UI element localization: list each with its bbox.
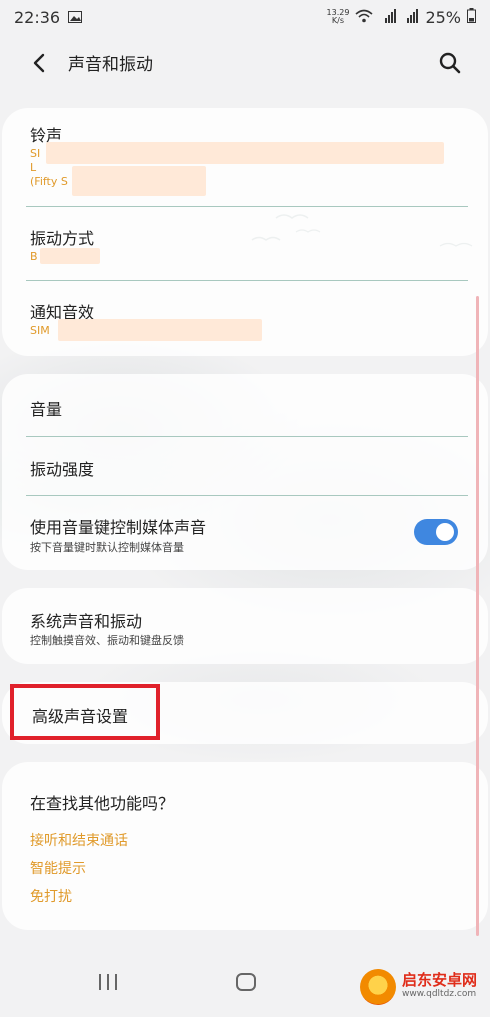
signal-4g-icon — [379, 8, 397, 27]
highlight-annotation — [10, 684, 160, 740]
card-volume-settings: 音量 振动强度 使用音量键控制媒体声音 按下音量键时默认控制媒体音量 — [2, 374, 488, 570]
watermark-url: www.qdltdz.com — [402, 989, 477, 999]
net-speed: 13.29 K/s — [326, 8, 350, 25]
watermark-title: 启东安卓网 — [402, 971, 478, 989]
media-volume-key-title: 使用音量键控制媒体声音 — [30, 518, 207, 537]
battery-icon — [467, 7, 476, 27]
redaction — [46, 142, 444, 164]
search-icon — [439, 52, 461, 74]
status-time: 22:36 — [14, 7, 61, 27]
media-volume-key-toggle[interactable] — [414, 519, 458, 545]
vibration-pattern-title: 振动方式 — [30, 229, 95, 248]
recents-icon — [99, 974, 117, 990]
search-button[interactable] — [434, 47, 466, 79]
media-volume-key-row[interactable]: 使用音量键控制媒体声音 按下音量键时默认控制媒体音量 — [2, 496, 488, 570]
suggestions-heading: 在查找其他功能吗？ — [30, 794, 175, 813]
vibration-pattern-row[interactable]: 振动方式 B — [2, 208, 488, 280]
home-button[interactable] — [226, 967, 266, 997]
link-do-not-disturb[interactable]: 免打扰 — [30, 886, 72, 906]
system-sound-sub: 控制触摸音效、振动和键盘反馈 — [30, 634, 184, 647]
signal-icon — [403, 8, 419, 27]
notification-sound-sub: SIM — [30, 324, 50, 337]
toggle-knob — [436, 523, 454, 541]
battery-percent: 25% — [425, 7, 461, 27]
card-system-sound: 系统声音和振动 控制触摸音效、振动和键盘反馈 — [2, 588, 488, 664]
redaction — [72, 166, 206, 196]
image-notification-icon — [68, 8, 83, 27]
volume-title: 音量 — [30, 400, 63, 419]
system-sound-title: 系统声音和振动 — [30, 612, 143, 631]
vibration-pattern-sub: B — [30, 250, 38, 263]
page-title: 声音和振动 — [68, 55, 153, 75]
vibration-intensity-row[interactable]: 振动强度 — [2, 437, 488, 495]
scrollbar[interactable] — [476, 296, 479, 936]
watermark: 启东安卓网 www.qdltdz.com — [360, 967, 484, 1007]
card-sound-settings: 铃声 SI L (Fifty S 振动方式 B 通知音效 SIM — [2, 108, 488, 356]
ringtone-sub-line2: L — [30, 161, 37, 174]
back-button[interactable] — [24, 48, 54, 78]
app-bar: 声音和振动 — [0, 38, 490, 88]
home-icon — [236, 973, 256, 991]
ringtone-sub-line1: SI — [30, 147, 41, 160]
recents-button[interactable] — [88, 967, 128, 997]
ringtone-row[interactable]: 铃声 SI L (Fifty S — [2, 108, 488, 208]
chevron-left-icon — [33, 53, 45, 73]
status-bar: 22:36 13.29 K/s 25% — [0, 0, 490, 34]
watermark-logo — [360, 969, 396, 1005]
link-smart-alerts[interactable]: 智能提示 — [30, 858, 86, 878]
wifi-icon — [355, 8, 373, 27]
volume-row[interactable]: 音量 — [2, 374, 488, 436]
system-sound-row[interactable]: 系统声音和振动 控制触摸音效、振动和键盘反馈 — [2, 588, 488, 664]
redaction — [40, 248, 100, 264]
vibration-intensity-title: 振动强度 — [30, 460, 95, 479]
link-answer-end-call[interactable]: 接听和结束通话 — [30, 830, 128, 850]
media-volume-key-sub: 按下音量键时默认控制媒体音量 — [30, 541, 184, 554]
divider — [26, 206, 468, 207]
card-suggestions: 在查找其他功能吗？ 接听和结束通话 智能提示 免打扰 — [2, 762, 488, 930]
notification-sound-row[interactable]: 通知音效 SIM — [2, 281, 488, 356]
redaction — [58, 319, 262, 341]
ringtone-sub-line3: (Fifty S — [30, 175, 68, 188]
